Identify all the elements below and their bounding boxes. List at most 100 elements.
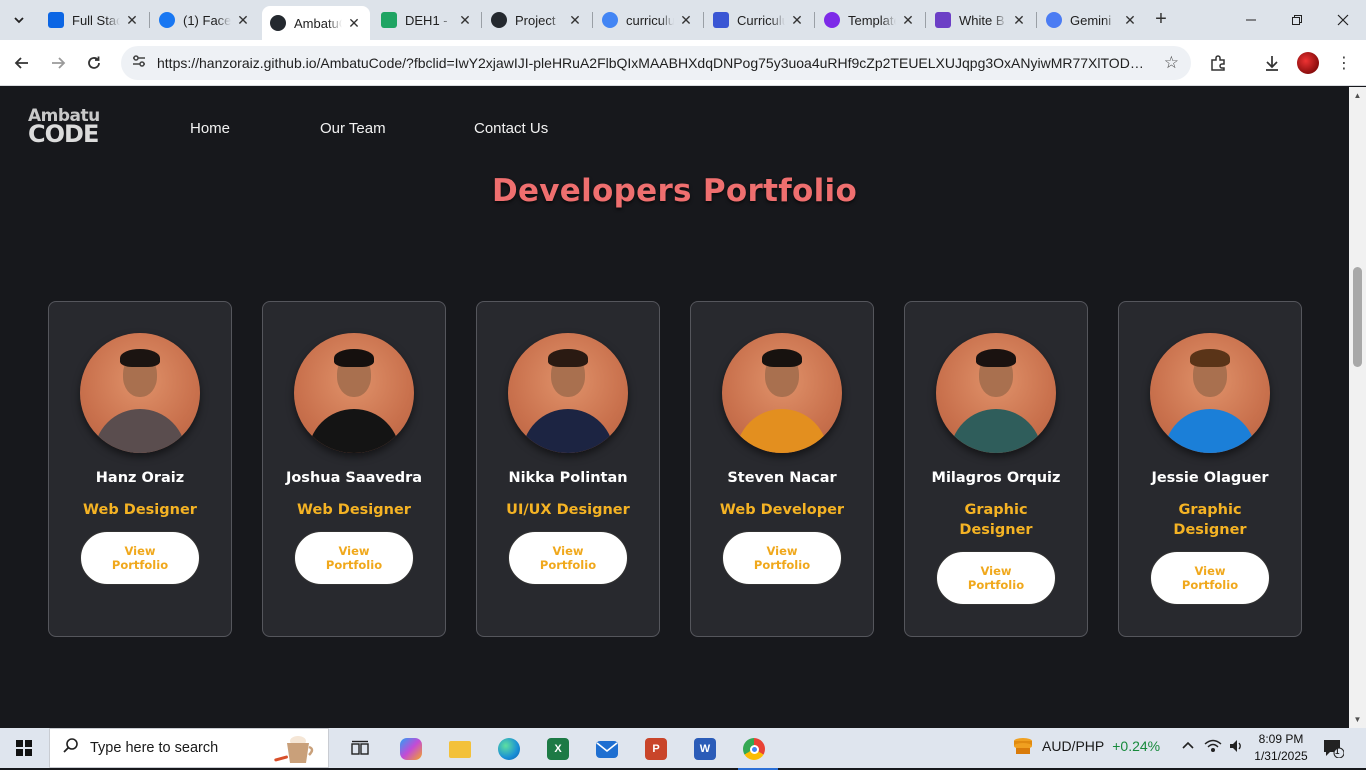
minimize-button[interactable] [1228,0,1274,40]
browser-tab[interactable]: Gemini ✕ [1038,5,1146,35]
browser-tab[interactable]: Full Stack✕ [40,5,148,35]
reload-button[interactable] [81,50,107,76]
chrome-menu-icon[interactable]: ⋮ [1331,50,1357,76]
trello-icon [48,12,64,28]
view-portfolio-label: View Portfolio [111,544,169,572]
browser-tab[interactable]: Template ✕ [816,5,924,35]
coins-icon [1014,738,1032,754]
address-bar[interactable]: https://hanzoraiz.github.io/AmbatuCode/?… [121,46,1191,80]
powerpoint-button[interactable]: P [636,732,676,766]
restore-button[interactable] [1274,0,1320,40]
mail-icon [596,740,618,758]
ticker-symbol: AUD/PHP [1042,738,1105,754]
tab-separator [925,12,926,28]
site-info-icon[interactable] [129,53,149,73]
view-portfolio-button[interactable]: View Portfolio [936,551,1056,605]
tab-title: AmbatuCode [294,15,342,31]
close-tab-icon[interactable]: ✕ [678,12,694,29]
view-portfolio-label: View Portfolio [539,544,597,572]
developer-card: Jessie Olaguer Graphic Designer View Portf… [1118,301,1302,637]
forward-button[interactable] [45,50,71,76]
close-tab-icon[interactable]: ✕ [1011,12,1027,29]
profile-avatar[interactable] [1297,52,1319,74]
facebook-icon [159,12,175,28]
hot-chocolate-icon [274,736,314,763]
downloads-icon[interactable] [1259,50,1285,76]
view-portfolio-button[interactable]: View Portfolio [722,531,842,585]
nav-contact-us[interactable]: Contact Us [474,120,548,137]
view-portfolio-button[interactable]: View Portfolio [80,531,200,585]
docs-icon [713,12,729,28]
volume-icon[interactable] [1228,738,1244,757]
view-portfolio-button[interactable]: View Portfolio [508,531,628,585]
word-button[interactable]: W [685,732,725,766]
close-tab-icon[interactable]: ✕ [789,12,805,29]
close-window-button[interactable] [1320,0,1366,40]
tab-title: DEH1 - [405,12,448,28]
developer-role: Web Designer [83,502,197,518]
developer-avatar [936,333,1056,453]
currency-ticker[interactable]: AUD/PHP +0.24% [1012,736,1160,756]
clock-time: 8:09 PM [1258,732,1304,746]
page-title: Developers Portfolio [491,173,858,209]
mail-button[interactable] [587,732,627,766]
system-clock[interactable]: 8:09 PM 1/31/2025 [1250,731,1312,765]
start-button[interactable] [0,728,48,768]
tab-title: Full Stack [72,12,120,28]
tab-search-button[interactable] [6,7,32,33]
browser-tab[interactable]: (1) Facebook✕ [151,5,259,35]
nav-home[interactable]: Home [190,120,230,137]
view-portfolio-button[interactable]: View Portfolio [1150,551,1270,605]
browser-tab[interactable]: curriculum✕ [594,5,702,35]
close-tab-icon[interactable]: ✕ [457,12,473,29]
copilot-button[interactable] [391,732,431,766]
task-view-icon [351,740,369,755]
close-tab-icon[interactable]: ✕ [346,15,362,32]
file-explorer-button[interactable] [440,732,480,766]
excel-button[interactable]: X [538,732,578,766]
windows-logo-icon [16,740,32,756]
close-tab-icon[interactable]: ✕ [900,12,916,29]
network-icon[interactable] [1204,738,1222,757]
tab-title: Gemini [1070,12,1112,28]
view-portfolio-button[interactable]: View Portfolio [294,531,414,585]
url-text[interactable]: https://hanzoraiz.github.io/AmbatuCode/?… [157,55,1147,71]
developer-role: UI/UX Designer [506,502,630,518]
gemini-icon [1046,12,1062,28]
browser-tab[interactable]: AmbatuCode✕ [262,6,370,40]
browser-tab[interactable]: Curriculum✕ [705,5,813,35]
close-tab-icon[interactable]: ✕ [567,12,583,29]
chrome-button[interactable] [734,732,778,770]
close-tab-icon[interactable]: ✕ [1122,12,1138,29]
developer-role: Graphic Designer [959,502,1033,538]
browser-tab[interactable]: Project ✕ [483,5,591,35]
new-tab-button[interactable]: + [1150,8,1172,30]
taskbar-search[interactable]: Type here to search [49,728,329,768]
nav-our-team[interactable]: Our Team [320,120,386,137]
browser-tab[interactable]: White B ✕ [927,5,1035,35]
chrome-icon [743,738,765,760]
scroll-up-icon[interactable]: ▲ [1349,87,1366,104]
close-tab-icon[interactable]: ✕ [235,12,251,29]
view-portfolio-label: View Portfolio [325,544,383,572]
scroll-down-icon[interactable]: ▼ [1349,711,1366,728]
restore-icon [1292,15,1302,25]
extensions-icon[interactable] [1205,50,1231,76]
browser-tab[interactable]: DEH1 - ✕ [373,5,481,35]
show-hidden-icons-chevron-icon[interactable] [1182,738,1194,754]
google-icon [602,12,618,28]
view-portfolio-label: View Portfolio [1181,564,1239,592]
developer-avatar [294,333,414,453]
tab-title: Template [848,12,896,28]
windows-taskbar: Type here to search X P W AUD/PHP +0.24% [0,728,1366,770]
page-scrollbar[interactable]: ▲ ▼ [1349,87,1366,728]
task-view-button[interactable] [340,732,380,766]
edge-button[interactable] [489,732,529,766]
back-button[interactable] [9,50,35,76]
site-logo[interactable]: Ambatu CODE [28,107,102,149]
notification-center-button[interactable]: 1 [1322,738,1345,759]
scroll-thumb[interactable] [1353,267,1362,367]
bookmark-star-icon[interactable]: ☆ [1164,53,1179,73]
close-tab-icon[interactable]: ✕ [124,12,140,29]
edge-icon [498,738,520,760]
